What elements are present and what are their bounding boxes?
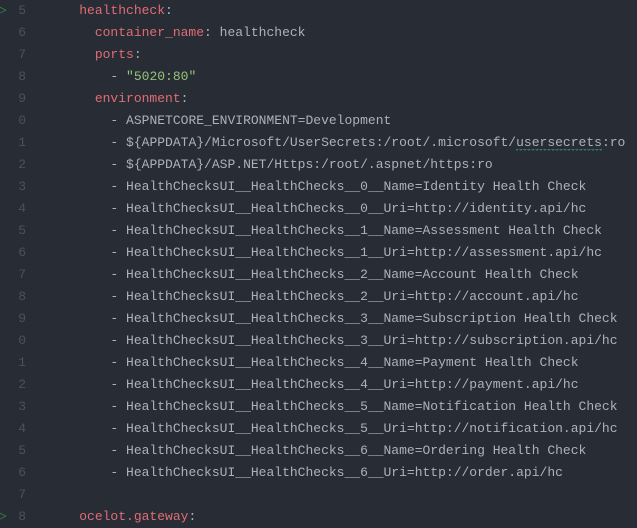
code-line: - HealthChecksUI__HealthChecks__1__Uri=h… (48, 242, 625, 264)
code-line: - "5020:80" (48, 66, 625, 88)
run-icon[interactable]: ▷ (0, 0, 6, 22)
line-number: 2 (0, 154, 26, 176)
code-line: - ${APPDATA}/Microsoft/UserSecrets:/root… (48, 132, 625, 154)
code-line: ocelot.gateway: (48, 506, 625, 528)
code-line: - HealthChecksUI__HealthChecks__4__Name=… (48, 352, 625, 374)
line-number: ▷5 (0, 0, 26, 22)
code-line: - ASPNETCORE_ENVIRONMENT=Development (48, 110, 625, 132)
code-line: - HealthChecksUI__HealthChecks__2__Name=… (48, 264, 625, 286)
code-line: - HealthChecksUI__HealthChecks__4__Uri=h… (48, 374, 625, 396)
line-number: 7 (0, 484, 26, 506)
line-number: 3 (0, 176, 26, 198)
line-number: 4 (0, 198, 26, 220)
line-number: 4 (0, 418, 26, 440)
line-number: 8 (0, 66, 26, 88)
code-line: ports: (48, 44, 625, 66)
line-number-gutter: ▷56789012345678901234567▷8 (0, 0, 34, 526)
code-line: environment: (48, 88, 625, 110)
code-editor: ▷56789012345678901234567▷8 healthcheck: … (0, 0, 637, 526)
code-line: healthcheck: (48, 0, 625, 22)
line-number: ▷8 (0, 506, 26, 528)
run-icon[interactable]: ▷ (0, 506, 6, 528)
line-number: 0 (0, 110, 26, 132)
line-number: 9 (0, 88, 26, 110)
code-line: - HealthChecksUI__HealthChecks__3__Name=… (48, 308, 625, 330)
code-line (48, 484, 625, 506)
line-number: 9 (0, 308, 26, 330)
line-number: 6 (0, 242, 26, 264)
line-number: 5 (0, 220, 26, 242)
code-line: - HealthChecksUI__HealthChecks__3__Uri=h… (48, 330, 625, 352)
code-line: - ${APPDATA}/ASP.NET/Https:/root/.aspnet… (48, 154, 625, 176)
line-number: 1 (0, 352, 26, 374)
code-line: - HealthChecksUI__HealthChecks__5__Uri=h… (48, 418, 625, 440)
code-line: container_name: healthcheck (48, 22, 625, 44)
line-number: 5 (0, 440, 26, 462)
code-line: - HealthChecksUI__HealthChecks__1__Name=… (48, 220, 625, 242)
code-line: - HealthChecksUI__HealthChecks__5__Name=… (48, 396, 625, 418)
code-line: - HealthChecksUI__HealthChecks__0__Uri=h… (48, 198, 625, 220)
line-number: 6 (0, 462, 26, 484)
line-number: 0 (0, 330, 26, 352)
line-number: 7 (0, 264, 26, 286)
line-number: 2 (0, 374, 26, 396)
line-number: 7 (0, 44, 26, 66)
line-number: 6 (0, 22, 26, 44)
code-line: - HealthChecksUI__HealthChecks__6__Name=… (48, 440, 625, 462)
code-line: - HealthChecksUI__HealthChecks__0__Name=… (48, 176, 625, 198)
line-number: 3 (0, 396, 26, 418)
code-area[interactable]: healthcheck: container_name: healthcheck… (34, 0, 625, 526)
line-number: 8 (0, 286, 26, 308)
code-line: - HealthChecksUI__HealthChecks__2__Uri=h… (48, 286, 625, 308)
code-line: - HealthChecksUI__HealthChecks__6__Uri=h… (48, 462, 625, 484)
line-number: 1 (0, 132, 26, 154)
